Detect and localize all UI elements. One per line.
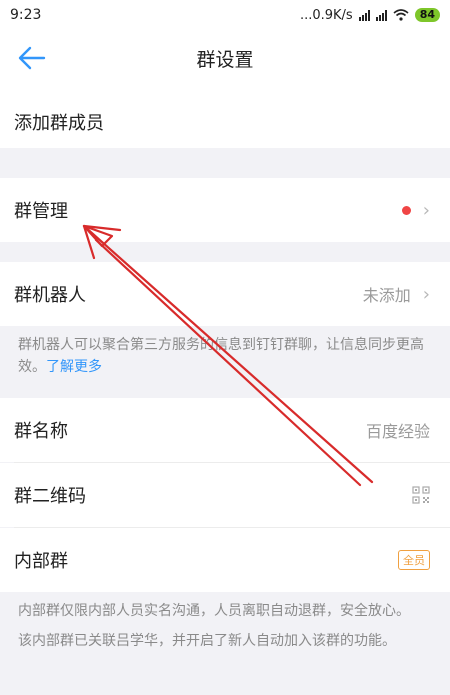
arrow-left-icon[interactable] (16, 44, 48, 72)
status-time: 9:23 (10, 7, 42, 23)
group-robot-label: 群机器人 (14, 285, 86, 306)
status-indicators: ...0.9K/s 84 (300, 8, 440, 23)
all-members-badge: 全员 (398, 550, 430, 570)
robot-note: 群机器人可以聚合第三方服务的信息到钉钉群聊，让信息同步更高效。了解更多 (0, 326, 450, 388)
internal-group-label: 内部群 (14, 551, 68, 572)
wifi-icon (393, 9, 409, 21)
group-robot-row[interactable]: 群机器人 未添加 › (0, 262, 450, 326)
battery-icon: 84 (414, 8, 440, 22)
group-manage-row[interactable]: 群管理 › (0, 178, 450, 242)
add-member-label: 添加群成员 (14, 113, 104, 134)
signal-icon (358, 9, 370, 21)
group-qr-row[interactable]: 群二维码 (0, 463, 450, 527)
nav-bar: 群设置 (0, 30, 450, 86)
qr-code-icon (412, 486, 430, 504)
group-qr-right (412, 486, 430, 504)
internal-group-right: 全员 (398, 550, 430, 570)
red-dot-badge (401, 205, 411, 215)
group-robot-value: 未添加 (362, 286, 411, 305)
chevron-right-icon: › (422, 283, 430, 305)
add-member-row[interactable]: 添加群成员 (0, 96, 450, 148)
internal-note: 内部群仅限内部人员实名沟通，人员离职自动退群，安全放心。 该内部群已关联吕学华，… (0, 592, 450, 662)
group-manage-label: 群管理 (14, 201, 68, 222)
group-name-row[interactable]: 群名称 百度经验 (0, 398, 450, 462)
network-speed: ...0.9K/s (299, 7, 353, 23)
signal-icon-2 (375, 9, 387, 21)
chevron-right-icon: › (422, 199, 430, 221)
group-name-value: 百度经验 (365, 422, 430, 441)
internal-group-row[interactable]: 内部群 全员 (0, 528, 450, 592)
group-name-right: 百度经验 (366, 418, 430, 442)
group-robot-right: 未添加 › (363, 282, 430, 306)
learn-more-link[interactable]: 了解更多 (46, 359, 102, 375)
internal-note-2: 该内部群已关联吕学华，并开启了新人自动加入该群的功能。 (18, 633, 396, 649)
section-gap (0, 242, 450, 262)
internal-note-1: 内部群仅限内部人员实名沟通，人员离职自动退群，安全放心。 (18, 603, 410, 619)
page-title: 群设置 (196, 48, 254, 71)
section-gap (0, 388, 450, 398)
group-name-label: 群名称 (14, 421, 68, 442)
group-qr-label: 群二维码 (14, 486, 86, 507)
status-bar: 9:23 ...0.9K/s 84 (0, 0, 450, 30)
top-spacer (0, 86, 450, 96)
group-manage-right: › (401, 199, 430, 221)
section-gap (0, 148, 450, 178)
